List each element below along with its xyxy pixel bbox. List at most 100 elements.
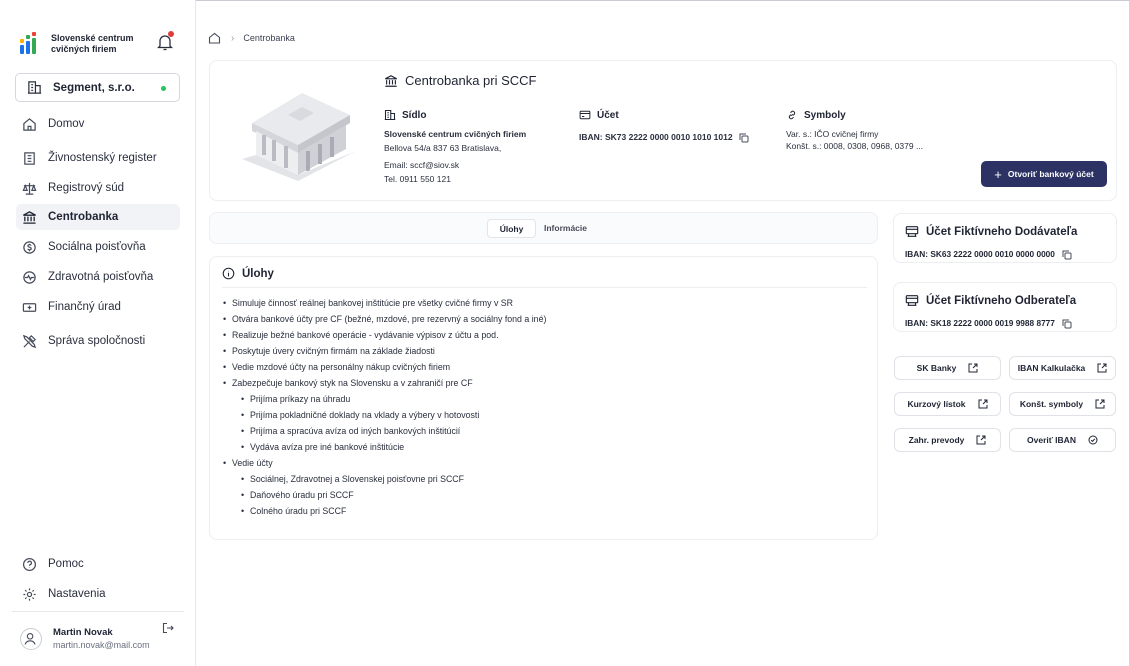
- sk-banky-button[interactable]: SK Banky: [894, 356, 1001, 380]
- online-status-dot: [161, 86, 166, 91]
- bank-title: Centrobanka pri SCCF: [384, 73, 537, 88]
- task-item: Otvára bankové účty pre CF (bežné, mzdov…: [223, 314, 546, 324]
- sidebar-item-label: Finančný úrad: [48, 301, 121, 313]
- external-link-icon: [976, 435, 986, 445]
- kurzovy-listok-button[interactable]: Kurzový lístok: [894, 392, 1001, 416]
- sidebar-item-zdravotna-poistovna[interactable]: Zdravotná poisťovňa: [16, 264, 180, 290]
- supplier-account-card: Účet Fiktívneho Dodávateľa IBAN: SK63 22…: [893, 213, 1117, 263]
- account-iban-text: IBAN: SK73 2222 0000 0010 1010 1012: [579, 132, 733, 142]
- cash-register-icon: [905, 226, 919, 237]
- external-link-icon: [968, 363, 978, 373]
- tools-icon: [21, 333, 37, 349]
- customer-iban: IBAN: SK18 2222 0000 0019 9988 8777: [905, 318, 1072, 329]
- symbols-heading: Symboly: [786, 109, 846, 121]
- sidebar-item-financny-urad[interactable]: Finančný úrad: [16, 294, 180, 320]
- building-icon: [384, 109, 396, 121]
- notification-dot: [168, 31, 174, 37]
- tab-informacie[interactable]: Informácie: [544, 223, 587, 233]
- info-icon: [222, 267, 235, 280]
- breadcrumb: › Centrobanka: [208, 32, 295, 44]
- user-profile[interactable]: Martin Novak martin.novak@mail.com: [20, 622, 185, 658]
- tax-icon: [21, 299, 37, 315]
- logout-icon[interactable]: [162, 622, 174, 634]
- konst-symboly-button[interactable]: Konšt. symboly: [1009, 392, 1116, 416]
- supplier-iban-text: IBAN: SK63 2222 0000 0010 0000 0000: [905, 249, 1055, 259]
- sidebar-item-zivnostensky-register[interactable]: Živnostenský register: [16, 145, 180, 171]
- sidebar-item-socialna-poistovna[interactable]: Sociálna poisťovňa: [16, 234, 180, 260]
- link-icon: [788, 110, 796, 120]
- tasks-heading-text: Úlohy: [242, 267, 274, 280]
- overit-iban-button[interactable]: Overiť IBAN: [1009, 428, 1116, 452]
- sidebar-item-label: Registrový súd: [48, 182, 125, 194]
- avatar: [20, 628, 42, 650]
- divider: [12, 611, 184, 612]
- sidebar-item-label: Živnostenský register: [48, 152, 157, 164]
- symbols-heading-text: Symboly: [804, 109, 846, 121]
- sidebar-item-registrovy-sud[interactable]: Registrový súd: [16, 175, 180, 201]
- overit-iban-label: Overiť IBAN: [1027, 435, 1076, 445]
- customer-title: Účet Fiktívneho Odberateľa: [926, 294, 1077, 307]
- copy-icon[interactable]: [1062, 319, 1072, 329]
- kurzovy-listok-label: Kurzový lístok: [907, 399, 966, 409]
- seat-name: Slovenské centrum cvičných firiem: [384, 129, 527, 139]
- task-item: Vedie mzdové účty na personálny nákup cv…: [223, 362, 450, 372]
- account-heading-text: Účet: [597, 109, 619, 121]
- konst-symboly-label: Konšt. symboly: [1019, 399, 1084, 409]
- brand[interactable]: Slovenské centrum cvičných firiem: [20, 26, 180, 66]
- card-icon: [579, 110, 591, 120]
- task-item: Simuluje činnosť reálnej bankovej inštit…: [223, 298, 513, 308]
- account-heading: Účet: [579, 109, 619, 121]
- copy-icon[interactable]: [1062, 250, 1072, 260]
- supplier-title: Účet Fiktívneho Dodávateľa: [926, 225, 1078, 238]
- task-sub-item: Prijíma príkazy na úhradu: [241, 394, 350, 404]
- tab-ulohy[interactable]: Úlohy: [487, 219, 536, 238]
- task-sub-item: Sociálnej, Zdravotnej a Slovenskej poisť…: [241, 474, 464, 484]
- sidebar-item-label: Centrobanka: [48, 211, 119, 223]
- account-iban: IBAN: SK73 2222 0000 0010 1010 1012: [579, 132, 749, 143]
- task-sub-item: Prijíma a spracúva avíza od iných bankov…: [241, 426, 460, 436]
- tab-bar: Úlohy Informácie: [209, 212, 878, 244]
- help-icon: [21, 556, 37, 572]
- brand-logo: [20, 32, 42, 54]
- sidebar-item-nastavenia[interactable]: Nastavenia: [16, 581, 180, 607]
- external-link-icon: [1097, 363, 1107, 373]
- task-sub-item: Prijíma pokladničné doklady na vklady a …: [241, 410, 479, 420]
- sidebar-item-label: Sociálna poisťovňa: [48, 241, 146, 253]
- symbols-konst: Konšt. s.: 0008, 0308, 0968, 0379 ...: [786, 141, 924, 151]
- task-item: Realizuje bežné bankové operácie - vydáv…: [223, 330, 498, 340]
- tasks-panel: Úlohy Simuluje činnosť reálnej bankovej …: [209, 256, 878, 540]
- user-name: Martin Novak: [53, 627, 113, 638]
- sidebar-item-domov[interactable]: Domov: [16, 111, 180, 137]
- sidebar-item-label: Zdravotná poisťovňa: [48, 271, 154, 283]
- segment-selector[interactable]: Segment, s.r.o.: [15, 73, 180, 102]
- sidebar-item-pomoc[interactable]: Pomoc: [16, 551, 180, 577]
- iban-kalkulacka-button[interactable]: IBAN Kalkulačka: [1009, 356, 1116, 380]
- external-link-icon: [978, 399, 988, 409]
- bank-icon: [385, 74, 397, 87]
- customer-account-card: Účet Fiktívneho Odberateľa IBAN: SK18 22…: [893, 282, 1117, 332]
- sk-banky-label: SK Banky: [916, 363, 957, 373]
- chevron-right-icon: ›: [231, 32, 235, 44]
- customer-heading: Účet Fiktívneho Odberateľa: [905, 294, 1076, 307]
- segment-name: Segment, s.r.o.: [53, 81, 135, 94]
- sidebar-item-label: Nastavenia: [48, 588, 106, 600]
- sidebar-item-centrobanka[interactable]: Centrobanka: [16, 204, 180, 230]
- zahr-prevody-button[interactable]: Zahr. prevody: [894, 428, 1001, 452]
- copy-icon[interactable]: [739, 133, 749, 143]
- sidebar-item-label: Správa spoločnosti: [48, 335, 146, 347]
- task-item: Zabezpečuje bankový styk na Slovensku a …: [223, 378, 473, 388]
- open-account-label: Otvoriť bankový účet: [1007, 169, 1094, 179]
- home-icon[interactable]: [208, 32, 221, 44]
- bank-title-text: Centrobanka pri SCCF: [405, 73, 537, 88]
- task-item: Vedie účty: [223, 458, 273, 468]
- sidebar-item-label: Pomoc: [48, 558, 84, 570]
- bank-building-illustration: [242, 93, 356, 181]
- open-account-button[interactable]: + Otvoriť bankový účet: [981, 161, 1107, 187]
- customer-iban-text: IBAN: SK18 2222 0000 0019 9988 8777: [905, 318, 1055, 328]
- sidebar-item-sprava-spolocnosti[interactable]: Správa spoločnosti: [16, 328, 180, 354]
- plus-icon: +: [994, 166, 1002, 182]
- check-circle-icon: [1088, 435, 1098, 445]
- divider: [222, 287, 867, 288]
- seat-heading-text: Sídlo: [402, 109, 427, 121]
- task-sub-item: Colného úradu pri SCCF: [241, 506, 346, 516]
